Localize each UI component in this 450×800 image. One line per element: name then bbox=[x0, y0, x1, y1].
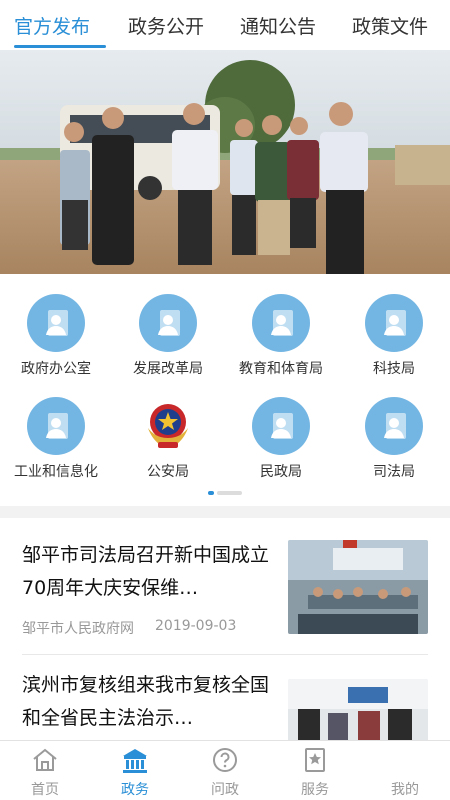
nav-mine[interactable]: 我的 bbox=[360, 741, 450, 800]
department-label: 工业和信息化 bbox=[14, 464, 98, 480]
department-label: 教育和体育局 bbox=[239, 361, 323, 377]
person-card-icon bbox=[27, 294, 85, 352]
news-source: 邹平市人民政府网 bbox=[22, 621, 134, 637]
top-tab-bar: 官方发布 政务公开 通知公告 政策文件 bbox=[0, 0, 450, 50]
department-label: 政府办公室 bbox=[21, 361, 91, 377]
department-grid: 政府办公室 发展改革局 教育和体育局 科技局 工业和信息化 公安局 民政局 司法… bbox=[0, 274, 450, 506]
nav-home[interactable]: 首页 bbox=[0, 741, 90, 800]
active-tab-indicator bbox=[14, 45, 106, 48]
news-title: 邹平市司法局召开新中国成立70周年大庆安保维… bbox=[22, 544, 270, 599]
nav-government-affairs[interactable]: 政务 bbox=[90, 741, 180, 800]
news-item[interactable]: 滨州市复核组来我市复核全国和全省民主法治示… bbox=[0, 655, 450, 743]
person-card-icon bbox=[139, 294, 197, 352]
news-thumbnail bbox=[288, 540, 428, 634]
nav-label: 服务 bbox=[301, 782, 329, 798]
department-label: 司法局 bbox=[373, 464, 415, 480]
tab-official-release[interactable]: 官方发布 bbox=[14, 12, 90, 39]
department-justice[interactable]: 司法局 bbox=[338, 377, 450, 480]
bottom-navigation: 首页 政务 问政 服务 我的 bbox=[0, 740, 450, 800]
nav-label: 问政 bbox=[211, 782, 239, 798]
person-card-icon bbox=[365, 397, 423, 455]
nav-services[interactable]: 服务 bbox=[270, 741, 360, 800]
office-visit-photo bbox=[288, 679, 428, 743]
nav-label: 政务 bbox=[121, 782, 149, 798]
department-science-technology[interactable]: 科技局 bbox=[338, 274, 450, 377]
nav-label: 首页 bbox=[31, 782, 59, 798]
banner-carousel[interactable] bbox=[0, 50, 450, 274]
tab-policy-documents[interactable]: 政策文件 bbox=[352, 12, 428, 39]
department-public-security[interactable]: 公安局 bbox=[112, 377, 224, 480]
tab-government-affairs[interactable]: 政务公开 bbox=[128, 12, 204, 39]
department-civil-affairs[interactable]: 民政局 bbox=[225, 377, 337, 480]
person-card-icon bbox=[365, 294, 423, 352]
nav-label: 我的 bbox=[391, 782, 419, 798]
grid-page-indicator-active[interactable] bbox=[208, 491, 214, 495]
person-card-icon bbox=[27, 397, 85, 455]
person-card-icon bbox=[252, 397, 310, 455]
question-bubble-icon bbox=[213, 748, 237, 772]
news-thumbnail bbox=[288, 679, 428, 743]
news-item[interactable]: 邹平市司法局召开新中国成立70周年大庆安保维… 邹平市人民政府网 2019-09… bbox=[0, 518, 450, 653]
home-icon bbox=[33, 748, 57, 771]
department-government-office[interactable]: 政府办公室 bbox=[0, 274, 112, 377]
grid-page-indicator[interactable] bbox=[217, 491, 242, 495]
star-document-icon bbox=[305, 748, 325, 772]
tab-notices[interactable]: 通知公告 bbox=[240, 12, 316, 39]
department-education-sports[interactable]: 教育和体育局 bbox=[225, 274, 337, 377]
banner-photo bbox=[0, 50, 450, 274]
meeting-room-photo bbox=[288, 540, 428, 634]
department-label: 发展改革局 bbox=[133, 361, 203, 377]
news-title: 滨州市复核组来我市复核全国和全省民主法治示… bbox=[22, 674, 270, 729]
person-card-icon bbox=[252, 294, 310, 352]
department-industry-it[interactable]: 工业和信息化 bbox=[0, 377, 112, 480]
news-date: 2019-09-03 bbox=[155, 618, 237, 634]
department-development-reform[interactable]: 发展改革局 bbox=[112, 274, 224, 377]
department-label: 科技局 bbox=[373, 361, 415, 377]
news-list: 邹平市司法局召开新中国成立70周年大庆安保维… 邹平市人民政府网 2019-09… bbox=[0, 518, 450, 743]
department-label: 公安局 bbox=[147, 464, 189, 480]
police-emblem-icon bbox=[139, 397, 197, 455]
nav-inquiry[interactable]: 问政 bbox=[180, 741, 270, 800]
government-building-icon bbox=[123, 749, 147, 773]
department-label: 民政局 bbox=[260, 464, 302, 480]
